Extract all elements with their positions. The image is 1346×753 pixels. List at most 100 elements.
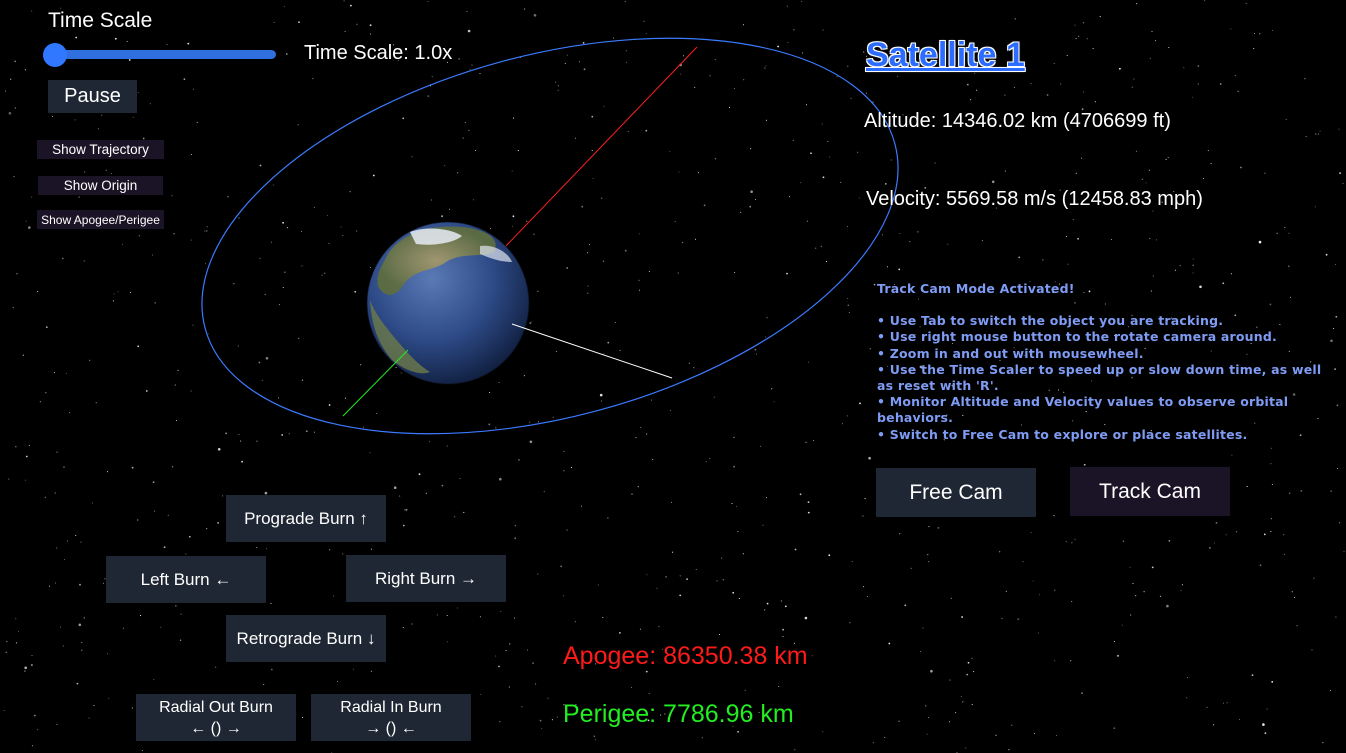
star (1075, 172, 1077, 174)
star (1230, 28, 1232, 30)
star (1335, 616, 1337, 618)
star (349, 191, 351, 193)
star (890, 159, 892, 161)
right-burn-button[interactable]: Right Burn → (346, 555, 506, 602)
star (603, 353, 605, 355)
star (669, 150, 671, 153)
star (551, 719, 553, 721)
star (65, 372, 67, 374)
star (152, 481, 155, 483)
star (467, 29, 471, 33)
star (937, 527, 940, 529)
star (888, 642, 891, 645)
pause-button[interactable]: Pause (48, 80, 137, 113)
star (862, 515, 864, 517)
star (999, 551, 1001, 553)
star (81, 649, 83, 651)
star (114, 37, 117, 40)
time-scale-slider[interactable] (48, 50, 276, 59)
star (593, 735, 595, 737)
star (1222, 702, 1225, 704)
star (301, 379, 303, 381)
star (370, 670, 372, 672)
star (624, 0, 626, 3)
time-scale-slider-handle[interactable] (43, 43, 67, 67)
show-origin-button[interactable]: Show Origin (38, 176, 163, 195)
star (24, 670, 26, 672)
star (238, 217, 240, 219)
radial-in-burn-button[interactable]: Radial In Burn → () ← (311, 694, 471, 741)
star (863, 586, 865, 588)
star (1225, 534, 1227, 536)
star (920, 651, 922, 653)
star (582, 42, 585, 44)
star (61, 257, 64, 260)
star (847, 297, 849, 300)
star (105, 169, 107, 171)
star (495, 427, 497, 429)
star (466, 10, 468, 12)
star (222, 495, 224, 497)
star (441, 484, 444, 487)
star (532, 662, 534, 665)
star (369, 33, 371, 35)
radial-out-burn-button[interactable]: Radial Out Burn ← () → (136, 694, 296, 741)
star (697, 172, 699, 174)
star (815, 247, 817, 249)
star (786, 272, 788, 275)
star (1206, 706, 1208, 708)
star (714, 158, 716, 160)
star (1213, 724, 1215, 726)
star (1330, 339, 1333, 343)
left-burn-button[interactable]: Left Burn ← (106, 556, 266, 603)
star (805, 104, 808, 106)
star (400, 372, 402, 374)
star (701, 737, 703, 739)
star (624, 249, 627, 252)
star (728, 106, 731, 108)
star (95, 402, 97, 404)
star (1129, 566, 1131, 568)
star (356, 230, 358, 232)
star (117, 291, 119, 293)
star (1251, 674, 1254, 677)
star (24, 479, 26, 481)
star (393, 486, 397, 490)
star (811, 655, 813, 657)
star (537, 421, 540, 423)
star (1083, 91, 1085, 93)
star (1065, 235, 1067, 238)
star (566, 267, 569, 269)
star (587, 292, 589, 294)
star (1094, 101, 1096, 103)
star (557, 85, 559, 87)
star (571, 467, 573, 469)
star (873, 283, 876, 286)
free-cam-button[interactable]: Free Cam (876, 468, 1036, 517)
show-apogee-perigee-button[interactable]: Show Apogee/Perigee (37, 210, 164, 229)
star (1258, 240, 1262, 244)
star (78, 623, 82, 627)
star (190, 154, 193, 156)
star (110, 173, 112, 175)
retrograde-burn-button[interactable]: Retrograde Burn ↓ (226, 615, 386, 662)
star (1078, 35, 1080, 37)
star (640, 426, 642, 428)
show-trajectory-button[interactable]: Show Trajectory (37, 140, 164, 159)
star (354, 290, 357, 293)
star (10, 78, 12, 80)
star (55, 582, 57, 584)
star (1296, 625, 1298, 627)
star (1038, 594, 1041, 596)
star (1014, 18, 1016, 20)
time-scale-value: Time Scale: 1.0x (304, 42, 453, 64)
track-cam-button[interactable]: Track Cam (1070, 467, 1230, 516)
star (28, 226, 31, 229)
star (1213, 542, 1215, 544)
star (564, 63, 566, 65)
prograde-burn-button[interactable]: Prograde Burn ↑ (226, 495, 386, 542)
star (167, 514, 169, 516)
star (750, 148, 752, 150)
star (1219, 83, 1222, 85)
star (1030, 83, 1032, 85)
